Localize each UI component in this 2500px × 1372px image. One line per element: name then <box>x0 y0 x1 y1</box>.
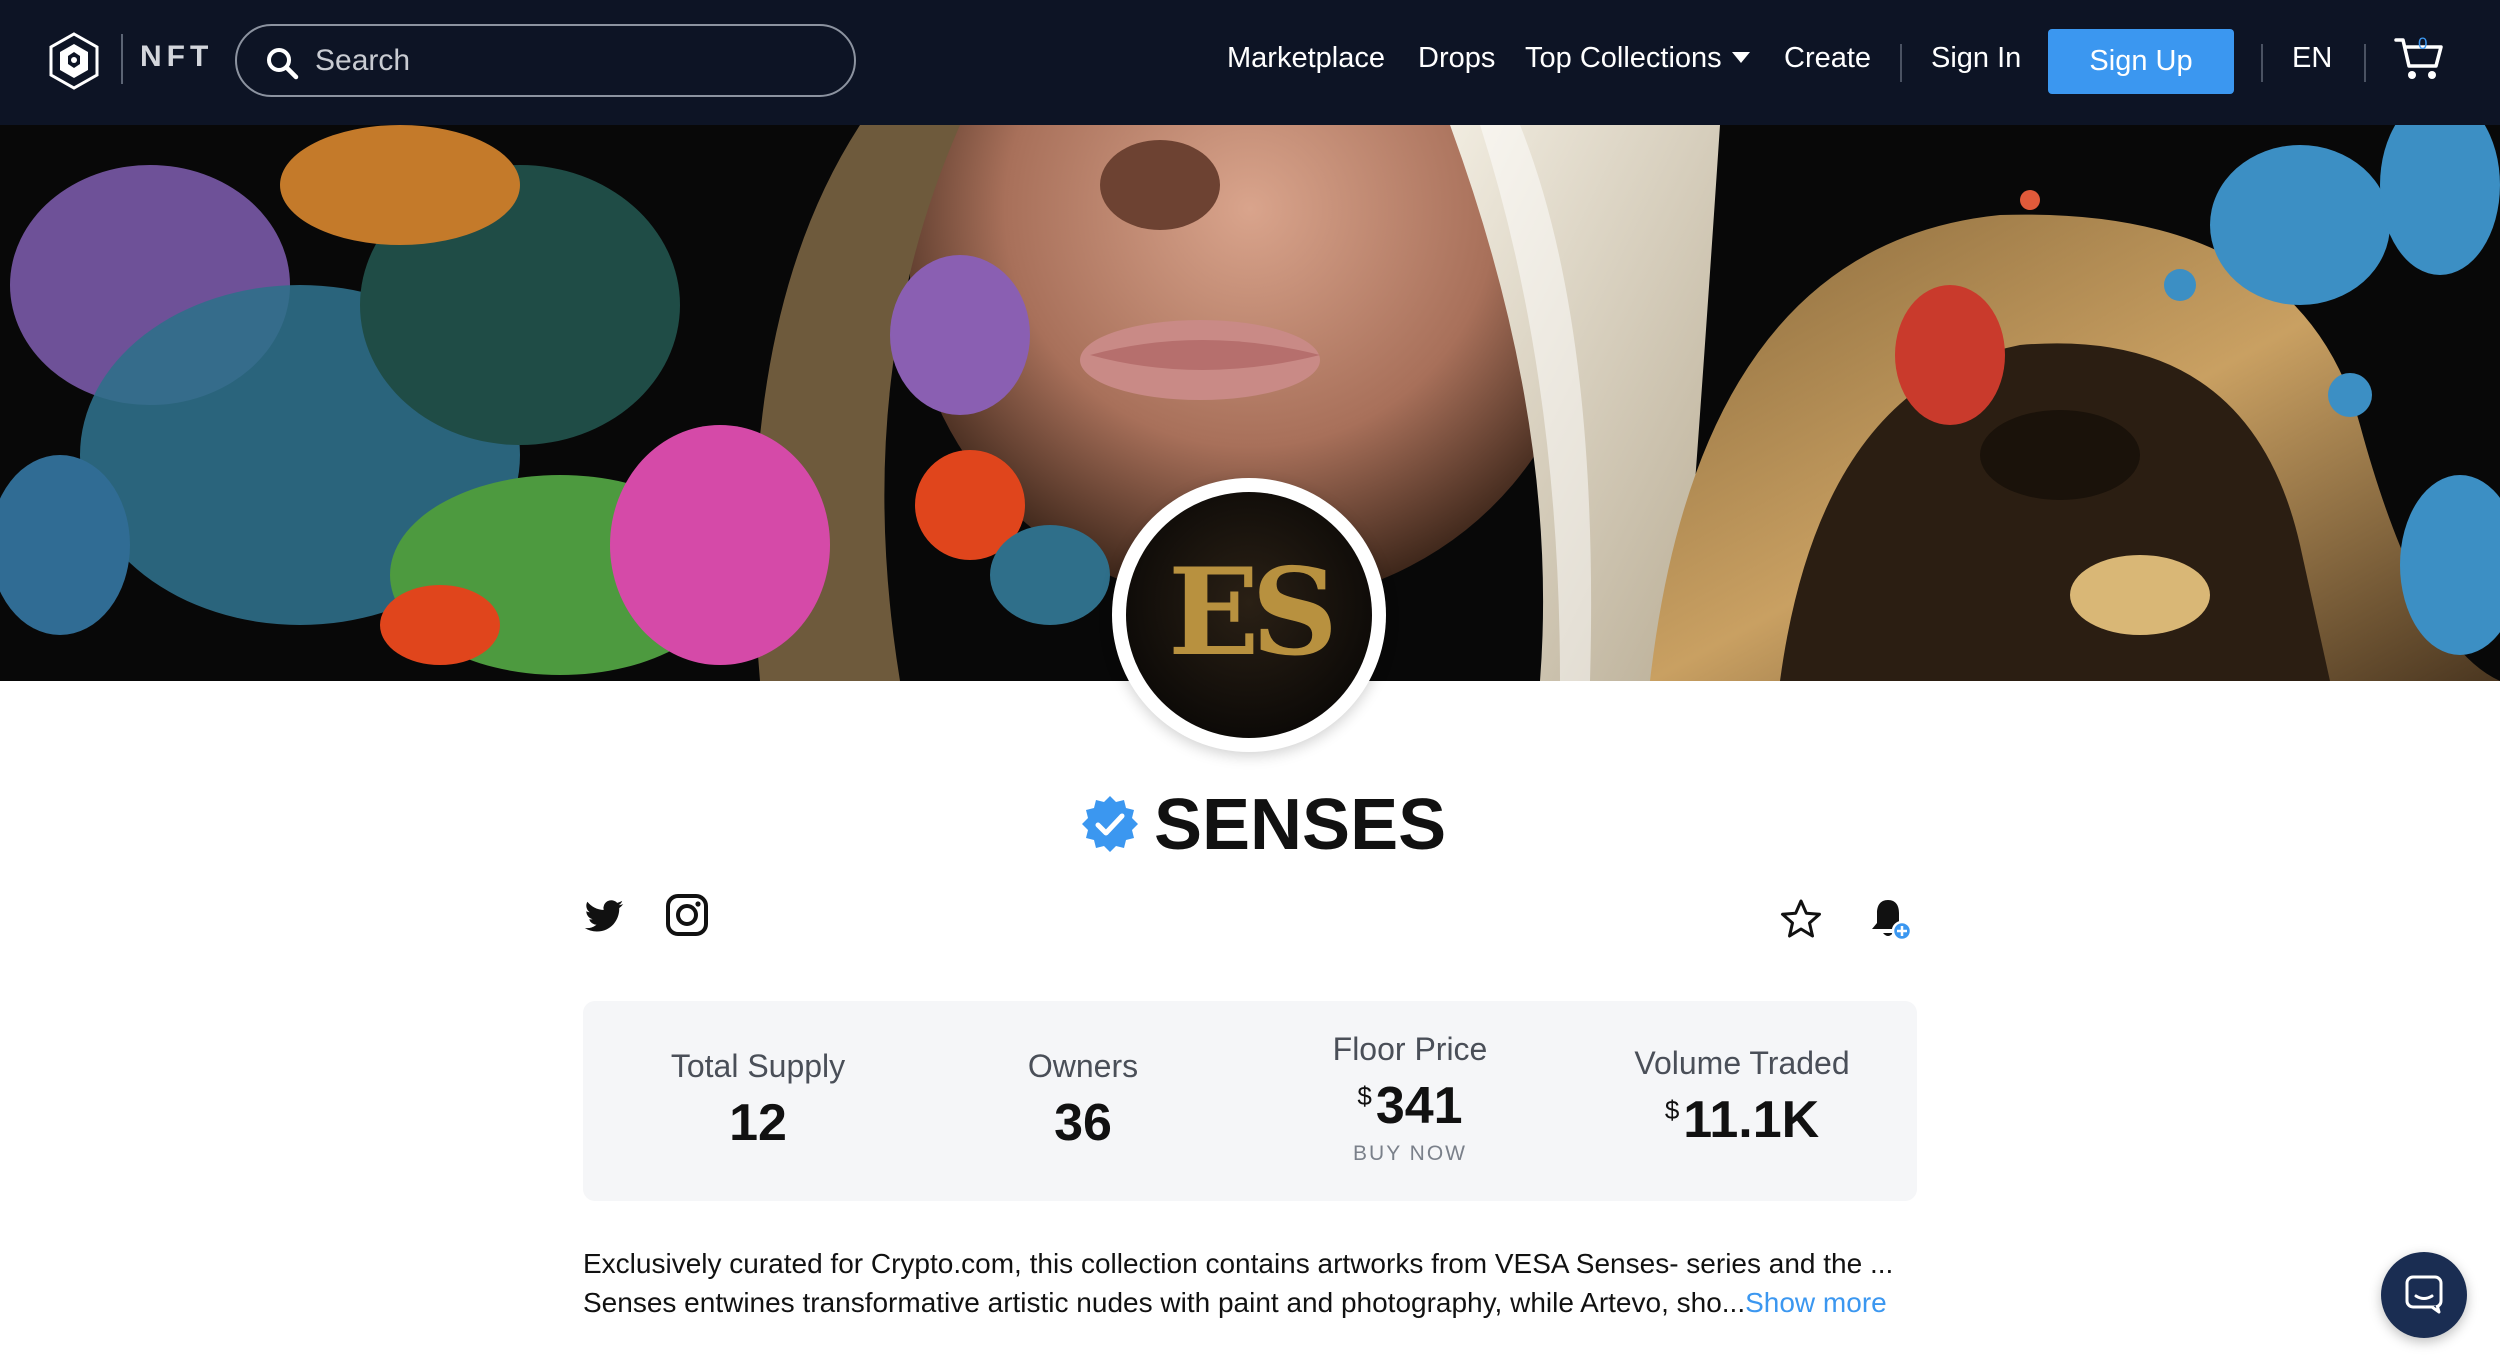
chat-bubble-icon <box>2405 1275 2443 1314</box>
crypto-com-logo-icon[interactable] <box>48 32 100 90</box>
currency-symbol: $ <box>1357 1081 1372 1111</box>
stat-label: Total Supply <box>670 1048 846 1084</box>
stat-owners: Owners 36 <box>948 1048 1218 1153</box>
search-icon <box>267 48 299 80</box>
top-collections-label: Top Collections <box>1525 42 1722 74</box>
logo-divider <box>121 34 123 84</box>
description-line: Senses entwines transformative artistic … <box>583 1283 1923 1322</box>
nav-divider <box>2364 44 2366 82</box>
chat-button[interactable] <box>2381 1252 2467 1338</box>
stat-volume-traded: Volume Traded $11.1K <box>1597 1045 1887 1150</box>
nav-drops-link[interactable]: Drops <box>1418 42 1495 75</box>
collection-avatar-image: ES <box>1126 492 1372 738</box>
collection-avatar: ES <box>1112 478 1386 752</box>
brand-label: NFT <box>140 40 214 73</box>
verified-badge-icon <box>1082 796 1138 852</box>
language-selector[interactable]: EN <box>2292 42 2332 75</box>
bell-plus-icon[interactable] <box>1868 896 1912 942</box>
search-input[interactable] <box>315 26 835 95</box>
nav-create-link[interactable]: Create <box>1784 42 1871 75</box>
floor-price-value: 341 <box>1375 1077 1463 1135</box>
star-icon[interactable] <box>1780 898 1822 940</box>
show-more-link[interactable]: Show more <box>1745 1287 1887 1318</box>
sign-in-link[interactable]: Sign In <box>1931 42 2021 75</box>
stat-label: Volume Traded <box>1634 1045 1850 1081</box>
volume-value: 11.1K <box>1683 1091 1820 1149</box>
top-navbar: NFT Marketplace Drops Top Collections Cr… <box>0 0 2500 125</box>
nav-top-collections-dropdown[interactable]: Top Collections <box>1525 42 1750 75</box>
support-chat-launcher[interactable] <box>2381 1252 2500 1338</box>
instagram-icon[interactable] <box>665 893 709 937</box>
stat-value: $341 <box>1275 1076 1545 1136</box>
description-line: Exclusively curated for Crypto.com, this… <box>583 1248 1894 1279</box>
stat-label: Owners <box>1027 1048 1139 1084</box>
sign-up-button[interactable]: Sign Up <box>2048 29 2234 94</box>
collection-description: Exclusively curated for Crypto.com, this… <box>583 1244 1923 1322</box>
collection-title: SENSES <box>1154 785 1447 865</box>
avatar-monogram: ES <box>1167 542 1338 683</box>
buy-now-link[interactable]: BUY NOW <box>1275 1142 1545 1166</box>
chevron-down-icon <box>1731 52 1750 63</box>
stat-value: $11.1K <box>1597 1090 1887 1150</box>
nav-marketplace-link[interactable]: Marketplace <box>1227 42 1385 75</box>
stat-total-supply: Total Supply 12 <box>623 1048 893 1153</box>
nav-divider <box>2261 44 2263 82</box>
currency-symbol: $ <box>1664 1095 1680 1125</box>
cart-count-badge: 0 <box>2418 34 2428 53</box>
stat-value: 12 <box>729 1094 787 1152</box>
collection-stats-panel: Total Supply 12 Owners 36 Floor Price $3… <box>583 1001 1917 1201</box>
search-box[interactable] <box>235 24 856 97</box>
stat-floor-price[interactable]: Floor Price $341 BUY NOW <box>1275 1031 1545 1166</box>
stat-label: Floor Price <box>1332 1031 1488 1067</box>
stat-value: 36 <box>1054 1094 1112 1152</box>
twitter-icon[interactable] <box>583 896 625 938</box>
nav-divider <box>1900 44 1902 82</box>
description-text: Senses entwines transformative artistic … <box>583 1287 1746 1318</box>
